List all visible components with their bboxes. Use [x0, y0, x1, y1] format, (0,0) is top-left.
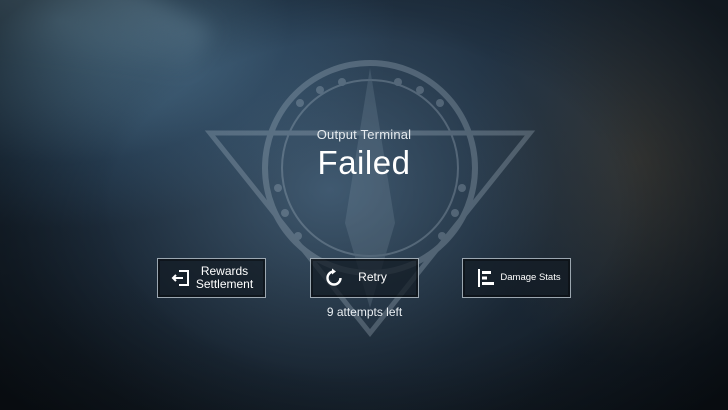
failure-screen: Output Terminal Failed Rewards Settlemen…	[0, 0, 728, 410]
retry-label: Retry	[358, 270, 387, 285]
damage-stats-label: Damage Stats	[500, 271, 561, 283]
background-light-ray	[0, 0, 213, 135]
result-subtitle: Output Terminal	[316, 127, 412, 142]
rewards-settlement-label: Rewards Settlement	[192, 264, 257, 291]
rewards-label-line2: Settlement	[195, 277, 254, 291]
result-title: Failed	[317, 144, 411, 181]
retry-icon	[326, 268, 342, 286]
bar-chart-icon	[478, 269, 494, 287]
rewards-settlement-button[interactable]: Rewards Settlement	[157, 258, 266, 298]
exit-icon	[171, 270, 189, 286]
damage-stats-button[interactable]: Damage Stats	[462, 258, 571, 298]
attempts-remaining: 9 attempts left	[326, 305, 403, 319]
retry-button[interactable]: Retry	[310, 258, 419, 298]
emblem-watermark	[204, 60, 536, 338]
